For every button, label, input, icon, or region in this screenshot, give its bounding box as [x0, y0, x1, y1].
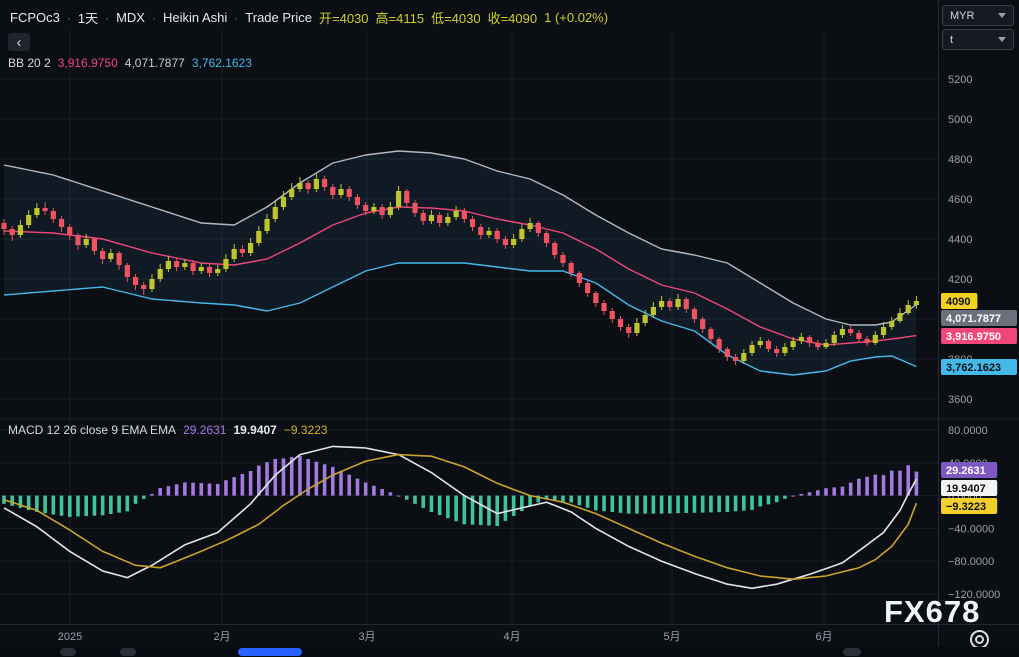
svg-text:29.2631: 29.2631	[946, 465, 986, 477]
svg-text:3600: 3600	[948, 394, 972, 406]
bb-basis-value: 3,916.9750	[58, 56, 118, 70]
svg-text:3,762.1623: 3,762.1623	[946, 362, 1001, 374]
svg-text:80.0000: 80.0000	[948, 425, 988, 437]
change-percent-label: 1 (+0.02%)	[544, 10, 608, 25]
chart-canvas[interactable]: 52005000480046004400420040003800360080.0…	[0, 0, 1019, 657]
separator-dot: ·	[234, 11, 238, 25]
trading-chart-app: 52005000480046004400420040003800360080.0…	[0, 0, 1019, 657]
svg-text:3,916.9750: 3,916.9750	[946, 331, 1001, 343]
svg-text:4600: 4600	[948, 194, 972, 206]
ohlc-high-value: 高=4115	[376, 8, 425, 27]
fx678-watermark: FX678	[884, 594, 980, 630]
bb-legend-row: BB 20 2 3,916.9750 4,071.7877 3,762.1623	[8, 56, 252, 70]
bb-indicator-title[interactable]: BB 20 2	[8, 56, 51, 70]
svg-text:−80.0000: −80.0000	[948, 556, 994, 568]
separator-dot: ·	[67, 11, 71, 25]
macd-line-value: 19.9407	[233, 423, 276, 437]
back-button[interactable]: ‹	[8, 33, 30, 51]
chevron-down-icon	[998, 13, 1006, 18]
bb-lower-value: 3,762.1623	[192, 56, 252, 70]
svg-text:−40.0000: −40.0000	[948, 523, 994, 535]
ohlc-close-value: 收=4090	[488, 8, 538, 27]
macd-indicator-title[interactable]: MACD 12 26 close 9 EMA EMA	[8, 423, 176, 437]
price-source-label: Trade Price	[245, 10, 312, 25]
currency-select[interactable]: MYR	[942, 5, 1014, 26]
chevron-down-icon	[998, 37, 1006, 42]
exchange-label: MDX	[116, 10, 145, 25]
watermark-logo-inner-ring	[975, 635, 984, 644]
separator-dot: ·	[152, 11, 156, 25]
chart-type-label[interactable]: Heikin Ashi	[163, 10, 227, 25]
ohlc-low-value: 低=4030	[431, 8, 481, 27]
unit-value: t	[950, 34, 953, 46]
chevron-left-icon: ‹	[17, 35, 22, 50]
macd-histogram-value: 29.2631	[183, 423, 226, 437]
macd-signal-value: −9.3223	[284, 423, 328, 437]
scrollbar-segment[interactable]	[120, 648, 136, 656]
svg-text:3月: 3月	[358, 631, 375, 643]
svg-text:2025: 2025	[58, 631, 82, 643]
interval-label[interactable]: 1天	[78, 8, 98, 27]
svg-text:4200: 4200	[948, 274, 972, 286]
bb-upper-value: 4,071.7877	[125, 56, 185, 70]
svg-text:5200: 5200	[948, 74, 972, 86]
svg-text:19.9407: 19.9407	[946, 483, 986, 495]
svg-text:4090: 4090	[946, 296, 970, 308]
separator-dot: ·	[105, 11, 109, 25]
svg-text:4月: 4月	[503, 631, 520, 643]
bottom-scrollbar[interactable]	[0, 647, 1019, 657]
svg-text:6月: 6月	[815, 631, 832, 643]
currency-value: MYR	[950, 10, 974, 22]
symbol-legend-row: FCPOc3 · 1天 · MDX · Heikin Ashi · Trade …	[10, 8, 608, 27]
svg-text:4800: 4800	[948, 154, 972, 166]
scrollbar-segment[interactable]	[60, 648, 76, 656]
ohlc-open-value: 开=4030	[319, 8, 369, 27]
unit-select[interactable]: t	[942, 29, 1014, 50]
svg-text:4400: 4400	[948, 234, 972, 246]
macd-legend-row: MACD 12 26 close 9 EMA EMA 29.2631 19.94…	[8, 423, 328, 437]
svg-text:2月: 2月	[213, 631, 230, 643]
svg-text:5000: 5000	[948, 114, 972, 126]
scrollbar-thumb-active[interactable]	[238, 648, 302, 656]
svg-text:5月: 5月	[663, 631, 680, 643]
scrollbar-segment[interactable]	[843, 648, 861, 656]
svg-text:−9.3223: −9.3223	[946, 501, 986, 513]
symbol-name[interactable]: FCPOc3	[10, 10, 60, 25]
svg-text:4,071.7877: 4,071.7877	[946, 313, 1001, 325]
